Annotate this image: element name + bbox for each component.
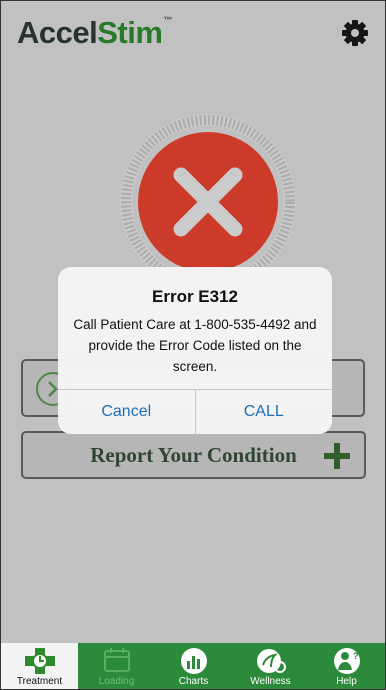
tab-help-label: Help bbox=[336, 676, 357, 687]
tab-wellness[interactable]: Wellness bbox=[232, 643, 309, 689]
logo-trademark: ™ bbox=[163, 15, 172, 25]
report-condition-label: Report Your Condition bbox=[90, 442, 297, 467]
svg-text:?: ? bbox=[353, 651, 359, 661]
dialog-title: Error E312 bbox=[152, 287, 238, 306]
tab-charts-label: Charts bbox=[178, 676, 209, 687]
logo-part2: Stim bbox=[97, 15, 163, 50]
tab-charts[interactable]: Charts bbox=[155, 643, 232, 689]
tab-wellness-label: Wellness bbox=[250, 676, 291, 687]
plus-icon bbox=[324, 443, 350, 469]
medical-cross-icon bbox=[24, 648, 55, 674]
gear-icon[interactable] bbox=[341, 19, 369, 47]
tab-loading[interactable]: Loading bbox=[78, 643, 155, 689]
dialog-message: Call Patient Care at 1-800-535-4492 and … bbox=[73, 317, 317, 374]
app-logo: AccelStim™ bbox=[17, 15, 172, 51]
dialog-buttons: Cancel CALL bbox=[58, 389, 332, 434]
tab-treatment-label: Treatment bbox=[16, 676, 63, 687]
bar-chart-icon bbox=[180, 648, 207, 674]
help-person-icon: ? bbox=[333, 648, 360, 674]
wellness-icon bbox=[256, 649, 286, 673]
treatment-status-dial bbox=[119, 113, 297, 291]
calendar-icon bbox=[103, 648, 130, 672]
cancel-button[interactable]: Cancel bbox=[58, 390, 195, 434]
report-condition-button[interactable]: Report Your Condition bbox=[21, 431, 366, 479]
tab-bar: Treatment Loading Charts Wellness ? Help bbox=[1, 643, 385, 689]
tab-help[interactable]: ? Help bbox=[308, 643, 385, 689]
tab-loading-label: Loading bbox=[98, 676, 135, 687]
error-dialog: Error E312 Call Patient Care at 1-800-53… bbox=[58, 267, 332, 434]
tab-treatment[interactable]: Treatment bbox=[1, 643, 78, 689]
logo-part1: Accel bbox=[17, 15, 98, 50]
app-screen: AccelStim™ Report Your Condition Error E… bbox=[0, 0, 386, 690]
call-button[interactable]: CALL bbox=[194, 390, 333, 434]
